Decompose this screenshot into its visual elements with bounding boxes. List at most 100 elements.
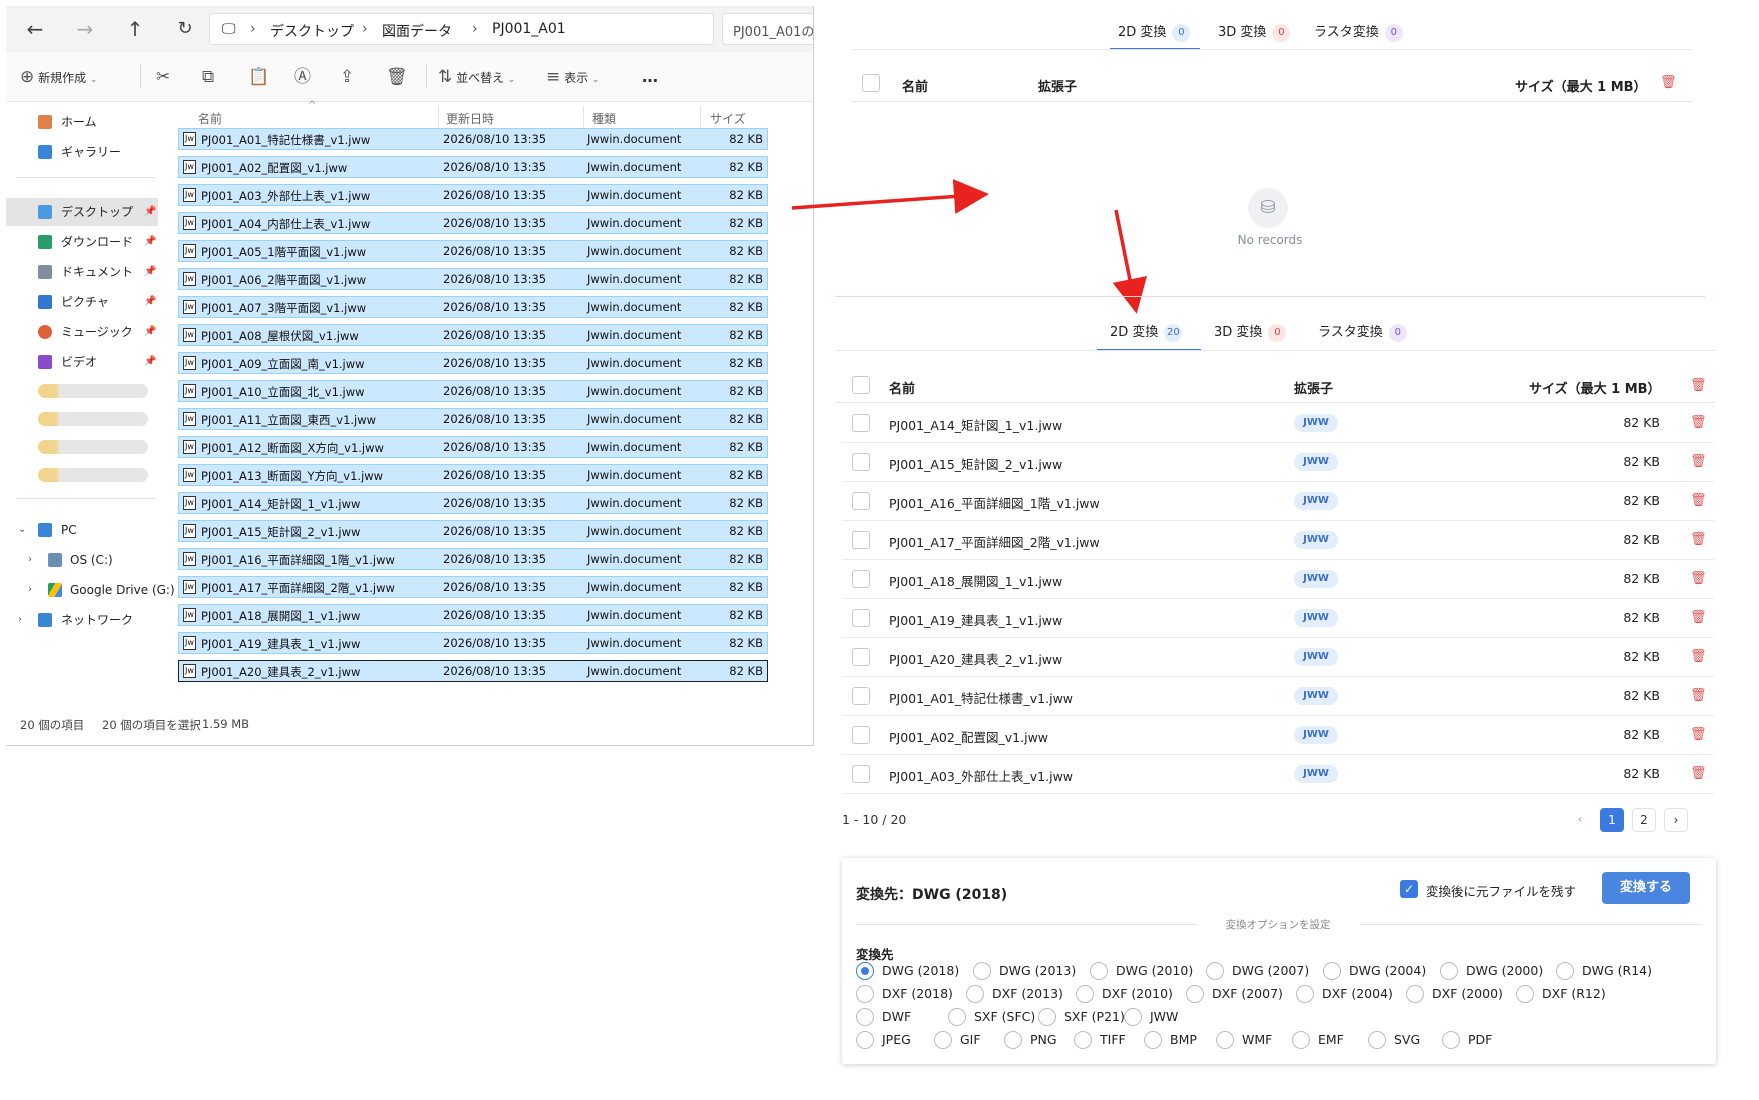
table-row[interactable]: PJ001_A14_矩計図_1_v1.jww JWW 82 KB 🗑: [842, 404, 1714, 443]
tab-2d[interactable]: 2D 変換 0: [1118, 16, 1191, 50]
row-checkbox[interactable]: [852, 414, 870, 432]
table-row[interactable]: PJ001_A17_平面詳細図_2階_v1.jww JWW 82 KB 🗑: [842, 521, 1714, 560]
file-row[interactable]: Jw PJ001_A03_外部仕上表_v1.jww 2026/08/10 13:35…: [178, 184, 768, 206]
chevron-right-icon[interactable]: ›: [28, 576, 32, 604]
format-radio[interactable]: [1296, 985, 1314, 1003]
address-bar[interactable]: 🖵 › デスクトップ › 図面データ › PJ001_A01: [209, 13, 714, 45]
search-input[interactable]: PJ001_A01の検索: [722, 13, 813, 45]
tab-raster[interactable]: ラスタ変換 0: [1314, 16, 1403, 50]
format-radio[interactable]: [1292, 1031, 1310, 1049]
format-option-label[interactable]: GIF: [960, 1032, 981, 1047]
format-option-label[interactable]: DXF (2000): [1432, 986, 1503, 1001]
table-row[interactable]: PJ001_A01_特記仕様書_v1.jww JWW 82 KB 🗑: [842, 677, 1714, 716]
format-option-label[interactable]: DWG (2000): [1466, 963, 1543, 978]
format-option-label[interactable]: DXF (2013): [992, 986, 1063, 1001]
trash-icon[interactable]: 🗑: [1690, 688, 1707, 703]
cut-icon[interactable]: ✂: [156, 64, 170, 90]
format-option-label[interactable]: DWG (2018): [882, 963, 959, 978]
file-row[interactable]: Jw PJ001_A08_屋根伏図_v1.jww 2026/08/10 13:35 J…: [178, 324, 768, 346]
tab-3d[interactable]: 3D 変換 0: [1214, 316, 1287, 350]
breadcrumb-desktop[interactable]: デスクトップ: [270, 21, 354, 41]
trash-icon[interactable]: 🗑: [1690, 727, 1707, 742]
file-row[interactable]: Jw PJ001_A10_立面図_北_v1.jww 2026/08/10 13:35…: [178, 380, 768, 402]
back-arrow-icon[interactable]: ←: [20, 14, 50, 44]
file-row[interactable]: Jw PJ001_A01_特記仕様書_v1.jww 2026/08/10 13:35…: [178, 128, 768, 150]
format-option-label[interactable]: DXF (2010): [1102, 986, 1173, 1001]
row-checkbox[interactable]: [852, 609, 870, 627]
trash-icon[interactable]: 🗑: [1690, 766, 1707, 781]
select-all-checkbox[interactable]: [852, 376, 870, 394]
next-page-button[interactable]: ›: [1664, 808, 1688, 832]
blurred-folder-item[interactable]: [38, 412, 148, 426]
format-radio[interactable]: [1216, 1031, 1234, 1049]
copy-icon[interactable]: ⧉: [202, 64, 214, 90]
file-row[interactable]: Jw PJ001_A02_配置図_v1.jww 2026/08/10 13:35 Jw…: [178, 156, 768, 178]
row-checkbox[interactable]: [852, 453, 870, 471]
file-row[interactable]: Jw PJ001_A13_断面図_Y方向_v1.jww 2026/08/10 13:…: [178, 464, 768, 486]
format-option-label[interactable]: DWG (2013): [999, 963, 1076, 978]
file-row[interactable]: Jw PJ001_A09_立面図_南_v1.jww 2026/08/10 13:35…: [178, 352, 768, 374]
sidebar-item-google-drive[interactable]: › Google Drive (G:): [6, 576, 175, 604]
format-radio[interactable]: [1076, 985, 1094, 1003]
forward-arrow-icon[interactable]: →: [70, 14, 100, 44]
trash-icon[interactable]: 🗑: [1690, 649, 1707, 664]
more-options-icon[interactable]: …: [642, 64, 658, 90]
format-option-label[interactable]: DWF: [882, 1009, 911, 1024]
row-checkbox[interactable]: [852, 492, 870, 510]
convert-button[interactable]: 変換する: [1602, 872, 1690, 904]
format-radio[interactable]: [856, 985, 874, 1003]
format-radio[interactable]: [1323, 962, 1341, 980]
format-option-label[interactable]: TIFF: [1100, 1032, 1126, 1047]
format-radio[interactable]: [934, 1031, 952, 1049]
file-row[interactable]: Jw PJ001_A05_1階平面図_v1.jww 2026/08/10 13:35…: [178, 240, 768, 262]
format-option-label[interactable]: DXF (2004): [1322, 986, 1393, 1001]
format-option-label[interactable]: JPEG: [882, 1032, 911, 1047]
format-option-label[interactable]: EMF: [1318, 1032, 1344, 1047]
format-radio[interactable]: [856, 1008, 874, 1026]
table-row[interactable]: PJ001_A03_外部仕上表_v1.jww JWW 82 KB 🗑: [842, 755, 1714, 794]
format-option-label[interactable]: JWW: [1150, 1009, 1178, 1024]
table-row[interactable]: PJ001_A19_建具表_1_v1.jww JWW 82 KB 🗑: [842, 599, 1714, 638]
tab-raster[interactable]: ラスタ変換 0: [1318, 316, 1407, 350]
format-option-label[interactable]: DXF (2018): [882, 986, 953, 1001]
trash-icon[interactable]: 🗑: [1690, 493, 1707, 508]
page-1-button[interactable]: 1: [1600, 808, 1624, 832]
table-row[interactable]: PJ001_A18_展開図_1_v1.jww JWW 82 KB 🗑: [842, 560, 1714, 599]
table-row[interactable]: PJ001_A16_平面詳細図_1階_v1.jww JWW 82 KB 🗑: [842, 482, 1714, 521]
sidebar-item-network[interactable]: › ネットワーク: [6, 606, 158, 634]
chevron-right-icon[interactable]: ›: [18, 606, 22, 634]
sidebar-item-os-c[interactable]: › OS (C:): [6, 546, 158, 574]
breadcrumb-folder[interactable]: 図面データ: [382, 21, 452, 41]
format-radio[interactable]: [1186, 985, 1204, 1003]
format-option-label[interactable]: PDF: [1468, 1032, 1492, 1047]
sidebar-item-pc[interactable]: ⌄ PC: [6, 516, 158, 544]
format-radio[interactable]: [856, 1031, 874, 1049]
file-row[interactable]: Jw PJ001_A17_平面詳細図_2階_v1.jww 2026/08/10 13…: [178, 576, 768, 598]
page-2-button[interactable]: 2: [1632, 808, 1656, 832]
rename-icon[interactable]: Ⓐ: [294, 64, 311, 90]
format-option-label[interactable]: DXF (R12): [1542, 986, 1606, 1001]
trash-icon[interactable]: 🗑: [1690, 610, 1707, 625]
row-checkbox[interactable]: [852, 687, 870, 705]
file-row[interactable]: Jw PJ001_A07_3階平面図_v1.jww 2026/08/10 13:35…: [178, 296, 768, 318]
share-icon[interactable]: ⇪: [340, 64, 354, 90]
format-radio[interactable]: [856, 962, 874, 980]
sidebar-item-music[interactable]: ミュージック 📌: [6, 318, 158, 346]
file-row[interactable]: Jw PJ001_A19_建具表_1_v1.jww 2026/08/10 13:35…: [178, 632, 768, 654]
format-radio[interactable]: [1368, 1031, 1386, 1049]
format-radio[interactable]: [948, 1008, 966, 1026]
format-radio[interactable]: [1440, 962, 1458, 980]
trash-icon[interactable]: 🗑: [1690, 532, 1707, 547]
format-option-label[interactable]: SXF (SFC): [974, 1009, 1035, 1024]
format-radio[interactable]: [1144, 1031, 1162, 1049]
file-row[interactable]: Jw PJ001_A20_建具表_2_v1.jww 2026/08/10 13:35…: [178, 660, 768, 682]
view-button[interactable]: ≡ 表示 ⌄: [546, 64, 599, 90]
format-radio[interactable]: [1124, 1008, 1142, 1026]
format-option-label[interactable]: DWG (2010): [1116, 963, 1193, 978]
format-radio[interactable]: [966, 985, 984, 1003]
sidebar-item-videos[interactable]: ビデオ 📌: [6, 348, 158, 376]
row-checkbox[interactable]: [852, 726, 870, 744]
sidebar-item-documents[interactable]: ドキュメント 📌: [6, 258, 158, 286]
tab-3d[interactable]: 3D 変換 0: [1218, 16, 1291, 50]
format-option-label[interactable]: DWG (2004): [1349, 963, 1426, 978]
